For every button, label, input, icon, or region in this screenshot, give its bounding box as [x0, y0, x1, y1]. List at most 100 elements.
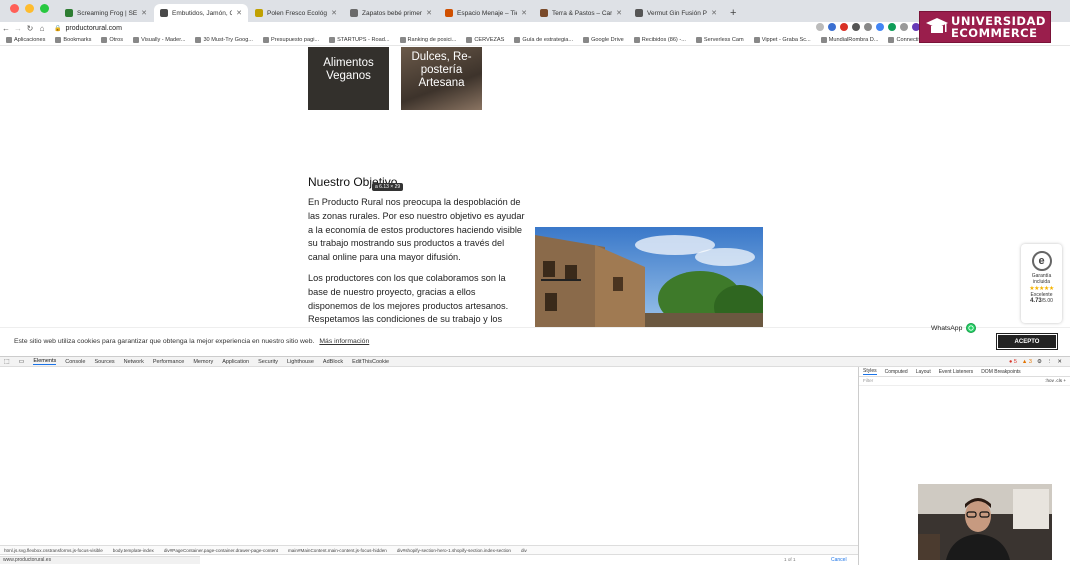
extension-icon[interactable]	[864, 23, 872, 31]
star-icon[interactable]	[816, 23, 824, 31]
close-tab-icon[interactable]: ✕	[616, 9, 622, 17]
bookmark-item[interactable]: Visually - Mader...	[133, 37, 185, 43]
close-tab-icon[interactable]: ✕	[521, 9, 527, 17]
close-tab-icon[interactable]: ✕	[331, 9, 337, 17]
styles-hov-cls-buttons[interactable]: :hov .cls +	[1045, 378, 1070, 384]
styles-subtab[interactable]: Styles	[863, 368, 877, 375]
forward-arrow-icon[interactable]: →	[12, 24, 24, 33]
error-count: 5	[1013, 358, 1017, 365]
close-window-button[interactable]	[10, 3, 19, 13]
bookmark-item[interactable]: Aplicaciones	[6, 37, 45, 43]
bookmark-item[interactable]: Bookmarks	[55, 37, 91, 43]
settings-gear-icon[interactable]: ⚙	[1037, 359, 1042, 365]
minimize-window-button[interactable]	[25, 3, 34, 13]
bookmark-item[interactable]: Guía de estrategia...	[514, 37, 573, 43]
bookmark-item[interactable]: Vippet - Graba Sc...	[753, 37, 811, 43]
devtools-tab[interactable]: Performance	[153, 359, 185, 365]
new-tab-button[interactable]: +	[724, 7, 742, 22]
inspect-element-icon[interactable]: ⬚	[4, 358, 10, 365]
whatsapp-button[interactable]: WhatsApp	[931, 323, 977, 333]
find-cancel-button[interactable]: Cancel	[831, 557, 847, 563]
extension-icon[interactable]	[900, 23, 908, 31]
elements-tree[interactable]	[0, 367, 858, 547]
devtools-tab[interactable]: Console	[65, 359, 85, 365]
styles-filter[interactable]: Filter :hov .cls +	[859, 377, 1070, 386]
extension-icon[interactable]	[852, 23, 860, 31]
category-label-line: Artesana	[418, 77, 465, 89]
devtools-tab[interactable]: Memory	[193, 359, 213, 365]
more-options-icon[interactable]: ⋮	[1047, 359, 1053, 365]
breadcrumb-item[interactable]: div#shopify-section-hero-1.shopify-secti…	[397, 548, 511, 553]
warning-count-icon[interactable]: ▲ 3	[1022, 359, 1032, 365]
reload-icon[interactable]: ↻	[24, 24, 36, 33]
close-devtools-icon[interactable]: ✕	[1057, 359, 1062, 365]
home-icon[interactable]: ⌂	[36, 24, 48, 33]
breadcrumb-item[interactable]: body.template-index	[113, 548, 154, 553]
browser-tab[interactable]: Embutidos, Jamón, Queso | Ti...✕	[154, 4, 248, 22]
devtools-tab[interactable]: Network	[124, 359, 144, 365]
accept-cookies-button[interactable]: ACEPTO	[996, 333, 1058, 350]
devtools-tab-bar: ⬚ ▭ Elements Console Sources Network Perform…	[0, 357, 1070, 367]
address-bar: ← → ↻ ⌂ 🔒 productorural.com	[0, 22, 1070, 35]
browser-tab[interactable]: Screaming Frog | SEO, Search...✕	[59, 4, 153, 22]
device-toolbar-icon[interactable]: ▭	[19, 358, 25, 365]
breadcrumb-item[interactable]: div#PageContainer.page-container.drawer-…	[164, 548, 278, 553]
close-tab-icon[interactable]: ✕	[711, 9, 717, 17]
close-tab-icon[interactable]: ✕	[426, 9, 432, 17]
dom-breadcrumb: html.js.svg.flexbox.csstransforms.js-foc…	[0, 545, 858, 554]
extension-icon[interactable]	[876, 23, 884, 31]
url-input[interactable]: productorural.com	[65, 25, 121, 32]
devtools-tab[interactable]: Lighthouse	[287, 359, 314, 365]
devtools-tab[interactable]: AdBlock	[323, 359, 343, 365]
trust-badge[interactable]: e Garantía incluida ★★★★★ Excelente 4.73…	[1021, 244, 1062, 323]
bookmark-item[interactable]: 30 Must-Try Goog...	[195, 37, 253, 43]
category-card-reposteria[interactable]: Dulces, Re- postería Artesana	[401, 47, 482, 110]
breadcrumb-item[interactable]: div	[521, 548, 527, 553]
bookmark-folder-icon	[6, 37, 12, 43]
bookmark-item[interactable]: Serverless Cam	[695, 37, 744, 43]
bookmark-item[interactable]: STARTUPS - Road...	[329, 37, 390, 43]
bookmark-label: Serverless Cam	[703, 37, 744, 43]
rating-score: 4.73	[1030, 298, 1042, 304]
devtools-tab[interactable]: Elements	[33, 358, 57, 365]
extension-icon[interactable]	[828, 23, 836, 31]
browser-tab[interactable]: Espacio Menaje – Tienda onlin... ✕	[439, 4, 533, 22]
bookmark-item[interactable]: MundialRombra D...	[820, 37, 878, 43]
browser-tab[interactable]: Zapatos bebé primeros pasos... ✕	[344, 4, 438, 22]
bookmark-item[interactable]: Recibidos (86) -...	[633, 37, 686, 43]
bookmark-item[interactable]: Google Drive	[583, 37, 624, 43]
bookmark-item[interactable]: Otros	[101, 37, 123, 43]
styles-subtab[interactable]: Computed	[885, 369, 908, 375]
bookmark-item[interactable]: Connectif	[888, 37, 920, 43]
cookie-more-info-link[interactable]: Más información	[319, 338, 369, 345]
close-tab-icon[interactable]: ✕	[141, 9, 147, 17]
bookmark-item[interactable]: CERVEZAS	[466, 37, 504, 43]
close-tab-icon[interactable]: ✕	[236, 9, 242, 17]
back-arrow-icon[interactable]: ←	[0, 24, 12, 33]
bookmark-item[interactable]: Ranking de posici...	[399, 37, 456, 43]
breadcrumb-item[interactable]: main#MainContent.main-content.js-focus-h…	[288, 548, 387, 553]
styles-subtab[interactable]: Event Listeners	[939, 369, 973, 375]
bookmark-folder-icon	[753, 37, 760, 43]
styles-subtab[interactable]: Layout	[916, 369, 931, 375]
tab-favicon-icon	[255, 9, 263, 17]
error-count-icon[interactable]: ● 5	[1009, 359, 1017, 365]
extension-icon[interactable]	[888, 23, 896, 31]
bookmark-label: Visually - Mader...	[141, 37, 186, 43]
styles-subtab[interactable]: DOM Breakpoints	[981, 369, 1020, 375]
paragraph-objetivo: En Producto Rural nos preocupa la despob…	[308, 197, 525, 263]
browser-tab[interactable]: Terra & Pastos – Carne de Ter... ✕	[534, 4, 628, 22]
extension-icon[interactable]	[840, 23, 848, 31]
devtools-tab[interactable]: Security	[258, 359, 278, 365]
breadcrumb-item[interactable]: html.js.svg.flexbox.csstransforms.js-foc…	[4, 548, 103, 553]
devtools-tab[interactable]: EditThisCookie	[352, 359, 389, 365]
devtools-tab[interactable]: Sources	[94, 359, 114, 365]
browser-tab[interactable]: Vermut Gin Fusión Picofino, Ar... ✕	[629, 4, 723, 22]
maximize-window-button[interactable]	[40, 3, 49, 13]
category-label-line: Veganos	[326, 70, 371, 82]
styles-filter-input[interactable]: Filter	[863, 378, 873, 384]
category-card-veganos[interactable]: Alimentos Veganos	[308, 47, 389, 110]
devtools-tab[interactable]: Application	[222, 359, 249, 365]
browser-tab[interactable]: Polen Fresco Ecológico. Caja... ✕	[249, 4, 343, 22]
bookmark-item[interactable]: Presupuesto pagi...	[262, 37, 319, 43]
